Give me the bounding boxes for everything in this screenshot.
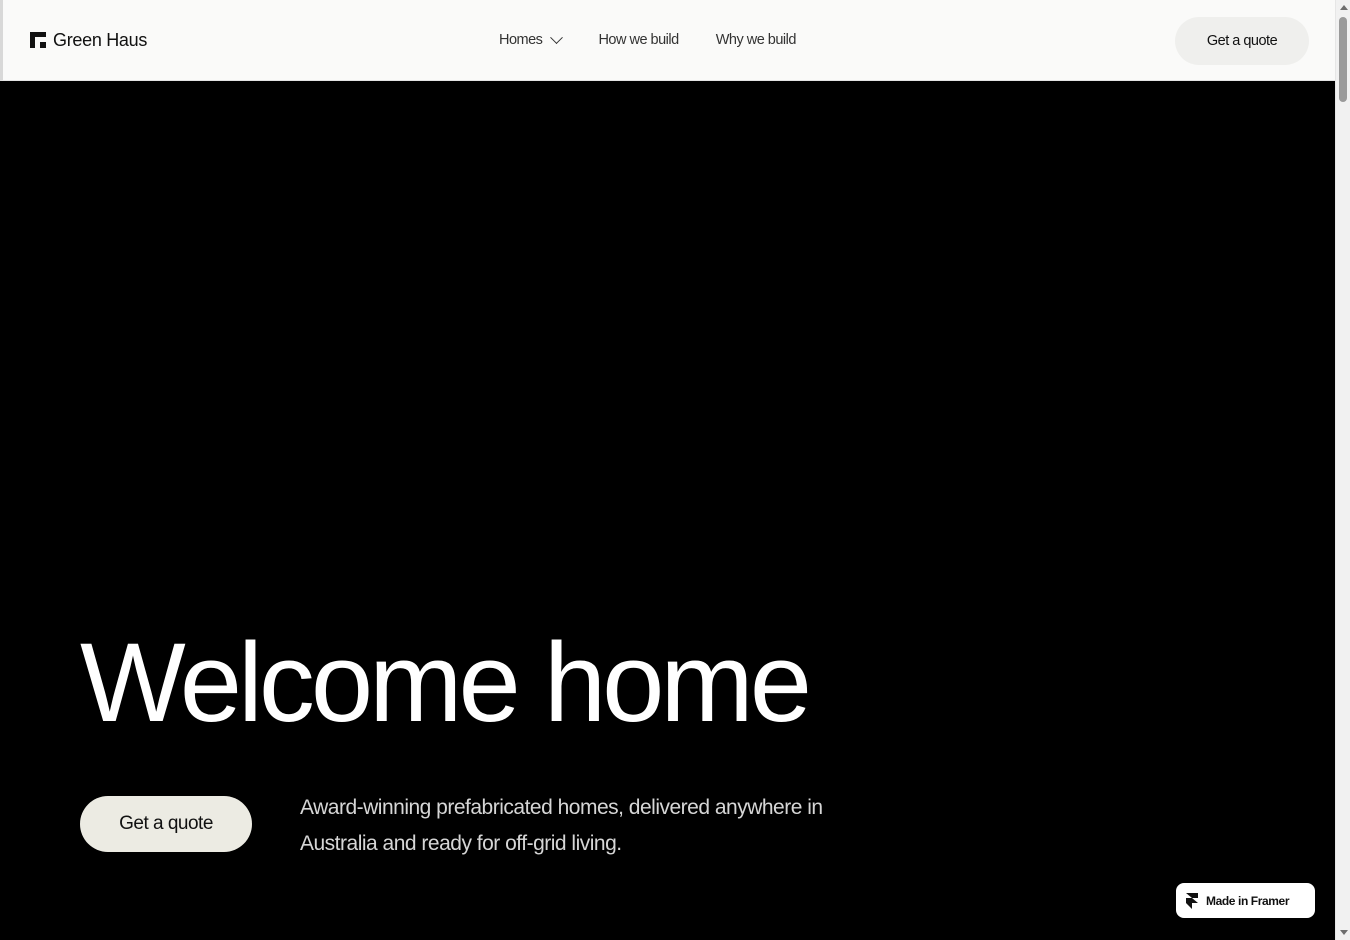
hero-description: Award-winning prefabricated homes, deliv… — [300, 796, 823, 855]
nav-item-label: How we build — [598, 32, 679, 48]
chevron-down-icon — [550, 30, 564, 44]
brand-logo-icon — [30, 32, 46, 48]
header-get-quote-button[interactable]: Get a quote — [1175, 17, 1309, 65]
badge-label: Made in Framer — [1206, 893, 1290, 908]
nav-item-homes[interactable]: Homes — [499, 30, 564, 48]
main-nav: Homes How we build Why we build — [499, 30, 796, 50]
scroll-down-arrow-icon[interactable] — [1340, 930, 1348, 935]
framer-icon — [1186, 892, 1198, 909]
made-in-framer-badge[interactable]: Made in Framer — [1176, 883, 1315, 918]
brand-logo-link[interactable]: Green Haus — [30, 29, 147, 51]
page-scrollbar[interactable] — [1335, 0, 1350, 940]
scrollbar-thumb[interactable] — [1339, 17, 1347, 102]
nav-item-label: Why we build — [715, 32, 797, 48]
hero-title: Welcome home — [80, 620, 812, 745]
nav-item-why-we-build[interactable]: Why we build — [715, 32, 797, 48]
site-header: Green Haus Homes How we build Why we bui… — [0, 0, 1335, 81]
scroll-up-arrow-icon[interactable] — [1340, 5, 1348, 10]
nav-item-how-we-build[interactable]: How we build — [598, 32, 679, 48]
page-viewport: Green Haus Homes How we build Why we bui… — [0, 0, 1335, 940]
hero-get-quote-button[interactable]: Get a quote — [80, 796, 252, 852]
nav-item-label: Homes — [499, 32, 543, 48]
brand-name: Green Haus — [53, 29, 148, 50]
